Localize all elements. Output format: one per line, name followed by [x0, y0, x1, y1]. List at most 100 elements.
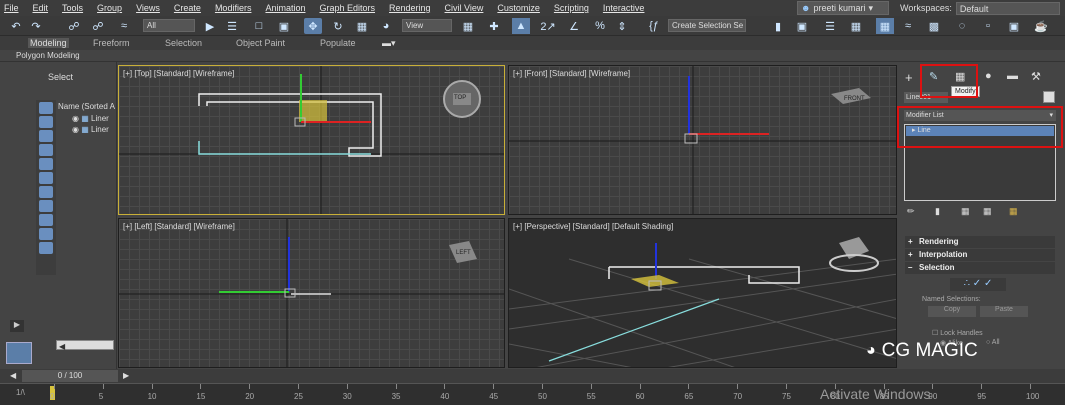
open-mini-curve-editor-icon[interactable]: 1/\ — [16, 388, 25, 397]
menu-item-graph-editors[interactable]: Graph Editors — [319, 3, 375, 13]
render-setup-icon[interactable]: ▫ — [980, 18, 996, 34]
prev-frame-icon[interactable]: ◀ — [10, 371, 16, 380]
menu-item-customize[interactable]: Customize — [497, 3, 540, 13]
viewport-layout-icon[interactable] — [6, 342, 32, 364]
display-filter-icon[interactable] — [39, 242, 53, 254]
scene-scrollbar[interactable]: ◀ — [56, 340, 114, 351]
rendered-frame-window-icon[interactable]: ▣ — [1006, 18, 1022, 34]
display-filter-icon[interactable] — [39, 186, 53, 198]
edit-named-selection-icon[interactable]: {ƒ — [646, 18, 662, 34]
menu-item-civil-view[interactable]: Civil View — [445, 3, 484, 13]
show-end-result-icon[interactable]: ▮ — [935, 206, 940, 217]
curve-editor-icon[interactable]: ≈ — [900, 18, 916, 34]
render-production-icon[interactable]: ☕ — [1032, 18, 1050, 34]
spinner-snap-icon[interactable]: ⇕ — [614, 18, 630, 34]
redo-icon[interactable]: ↷ — [28, 18, 44, 34]
viewcube-label[interactable]: TOP — [454, 95, 466, 101]
display-filter-icon[interactable] — [39, 144, 53, 156]
tab-freeform[interactable]: Freeform — [93, 38, 130, 48]
align-icon[interactable]: ▣ — [794, 18, 810, 34]
display-tab-icon[interactable]: ▬ — [1007, 70, 1018, 82]
display-filter-icon[interactable] — [39, 158, 53, 170]
tab-object-paint[interactable]: Object Paint — [236, 38, 285, 48]
angle-snap-icon[interactable]: ∠ — [566, 18, 582, 34]
play-icon[interactable]: ▶ — [10, 320, 24, 332]
name-column-header[interactable]: Name (Sorted A — [58, 102, 115, 111]
menu-item-edit[interactable]: Edit — [33, 3, 49, 13]
rollout-rendering[interactable]: + Rendering — [905, 236, 1055, 248]
reference-coordinate-dropdown[interactable]: View — [402, 19, 452, 32]
menu-item-interactive[interactable]: Interactive — [603, 3, 645, 13]
display-filter-icon[interactable] — [39, 200, 53, 212]
display-filter-icon[interactable] — [39, 214, 53, 226]
display-filter-icon[interactable] — [39, 116, 53, 128]
keyboard-shortcut-override-icon[interactable]: ▲ — [512, 18, 530, 34]
viewport-front[interactable]: [+] [Front] [Standard] [Wireframe] FRONT — [508, 65, 897, 215]
link-icon[interactable]: ☍ — [66, 18, 82, 34]
motion-tab-icon[interactable]: ● — [985, 70, 992, 82]
display-filter-icon[interactable] — [39, 228, 53, 240]
scene-explorer-icon[interactable]: ☰ — [822, 18, 838, 34]
percent-snap-icon[interactable]: % — [592, 18, 608, 34]
window-crossing-icon[interactable]: ▣ — [276, 18, 292, 34]
viewcube-label[interactable]: FRONT — [844, 96, 865, 102]
tab-populate[interactable]: Populate — [320, 38, 356, 48]
mirror-icon[interactable]: ▮ — [770, 18, 786, 34]
select-object-icon[interactable]: ▶ — [202, 18, 218, 34]
viewport-left[interactable]: [+] [Left] [Standard] [Wireframe] LEFT — [118, 218, 505, 368]
menu-item-modifiers[interactable]: Modifiers — [215, 3, 252, 13]
create-selection-set-dropdown[interactable]: Create Selection Se — [668, 19, 746, 32]
tab-selection[interactable]: Selection — [165, 38, 202, 48]
list-item[interactable]: ◉ ▦ Liner — [72, 114, 109, 123]
all-radio[interactable]: ○ All — [986, 339, 1000, 346]
ribbon-options-icon[interactable]: ▬▾ — [382, 38, 396, 49]
schematic-view-icon[interactable]: ▩ — [926, 18, 942, 34]
viewport-top[interactable]: [+] [Top] [Standard] [Wireframe] TOP — [118, 65, 505, 215]
display-filter-icon[interactable] — [39, 102, 53, 114]
create-tab-icon[interactable]: + — [905, 70, 913, 85]
select-manipulate-icon[interactable]: ✚ — [486, 18, 502, 34]
rectangular-selection-icon[interactable]: □ — [250, 18, 268, 34]
material-editor-icon[interactable]: ◌ — [954, 18, 970, 34]
select-and-move-icon[interactable]: ✥ — [304, 18, 322, 34]
snaps-toggle-icon[interactable]: 2↗ — [540, 18, 556, 34]
bind-space-warp-icon[interactable]: ≈ — [116, 18, 132, 34]
layer-explorer-icon[interactable]: ▦ — [848, 18, 864, 34]
menu-item-tools[interactable]: Tools — [62, 3, 83, 13]
menu-item-rendering[interactable]: Rendering — [389, 3, 431, 13]
place-icon[interactable]: ◕ — [378, 18, 394, 34]
select-and-rotate-icon[interactable]: ↻ — [330, 18, 346, 34]
select-and-scale-icon[interactable]: ▦ — [354, 18, 370, 34]
workspaces-dropdown[interactable]: Default — [955, 1, 1060, 15]
menu-item-views[interactable]: Views — [136, 3, 160, 13]
menu-item-scripting[interactable]: Scripting — [554, 3, 589, 13]
select-by-name-icon[interactable]: ☰ — [224, 18, 240, 34]
viewcube-label[interactable]: LEFT — [456, 250, 471, 256]
unlink-icon[interactable]: ☍ — [90, 18, 106, 34]
time-slider[interactable]: ◀ 0 / 100 ▶ — [0, 369, 1065, 383]
display-filter-icon[interactable] — [39, 172, 53, 184]
menu-item-group[interactable]: Group — [97, 3, 122, 13]
display-filter-icon[interactable] — [39, 130, 53, 142]
object-color-swatch[interactable] — [1043, 91, 1055, 103]
list-item[interactable]: ◉ ▦ Liner — [72, 125, 109, 134]
tab-modeling[interactable]: Modeling — [28, 38, 69, 48]
utilities-tab-icon[interactable]: ⚒ — [1031, 70, 1041, 83]
toggle-ribbon-icon[interactable]: ▦ — [876, 18, 894, 34]
remove-modifier-icon[interactable]: ▦ — [983, 206, 992, 217]
undo-icon[interactable]: ↶ — [8, 18, 24, 34]
lock-handles-checkbox[interactable]: ☐ Lock Handles — [932, 329, 983, 337]
configure-modifier-sets-icon[interactable]: ▦ — [1009, 206, 1018, 217]
copy-button[interactable]: Copy — [928, 306, 976, 317]
viewport-perspective[interactable]: [+] [Perspective] [Standard] [Default Sh… — [508, 218, 897, 368]
rollout-interpolation[interactable]: + Interpolation — [905, 249, 1055, 261]
menu-item-file[interactable]: File — [4, 3, 19, 13]
next-frame-icon[interactable]: ▶ — [123, 371, 129, 380]
menu-item-animation[interactable]: Animation — [265, 3, 305, 13]
user-account-dropdown[interactable]: ☻ preeti kumari ▾ — [797, 1, 889, 15]
paste-button[interactable]: Paste — [980, 306, 1028, 317]
menu-item-create[interactable]: Create — [174, 3, 201, 13]
time-slider-thumb[interactable]: 0 / 100 — [22, 370, 118, 382]
pivot-icon[interactable]: ▦ — [460, 18, 476, 34]
make-unique-icon[interactable]: ▦ — [961, 206, 970, 217]
